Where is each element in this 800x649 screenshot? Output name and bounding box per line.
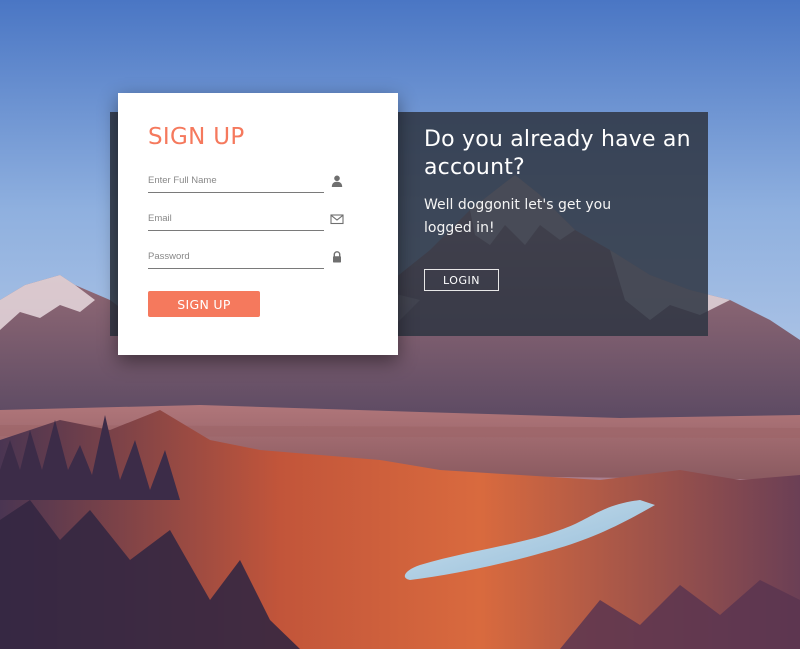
lock-icon <box>333 251 341 263</box>
login-prompt-content: Do you already have an account? Well dog… <box>424 126 694 240</box>
signup-title: SIGN UP <box>148 124 245 150</box>
login-prompt-title: Do you already have an account? <box>424 127 691 180</box>
password-input[interactable] <box>148 246 318 266</box>
email-field <box>148 208 324 231</box>
signup-button[interactable]: SIGN UP <box>148 291 260 317</box>
full-name-field <box>148 170 324 193</box>
email-input[interactable] <box>148 208 318 228</box>
full-name-input[interactable] <box>148 170 318 190</box>
signup-card: SIGN UP SIGN UP <box>118 93 398 355</box>
password-field <box>148 246 324 269</box>
login-page: Do you already have an account? Well dog… <box>0 0 800 649</box>
user-icon <box>331 175 343 187</box>
login-prompt-text: Well doggonit let's get you logged in! <box>424 197 612 236</box>
envelope-icon <box>330 214 344 225</box>
login-button[interactable]: LOGIN <box>424 269 499 291</box>
